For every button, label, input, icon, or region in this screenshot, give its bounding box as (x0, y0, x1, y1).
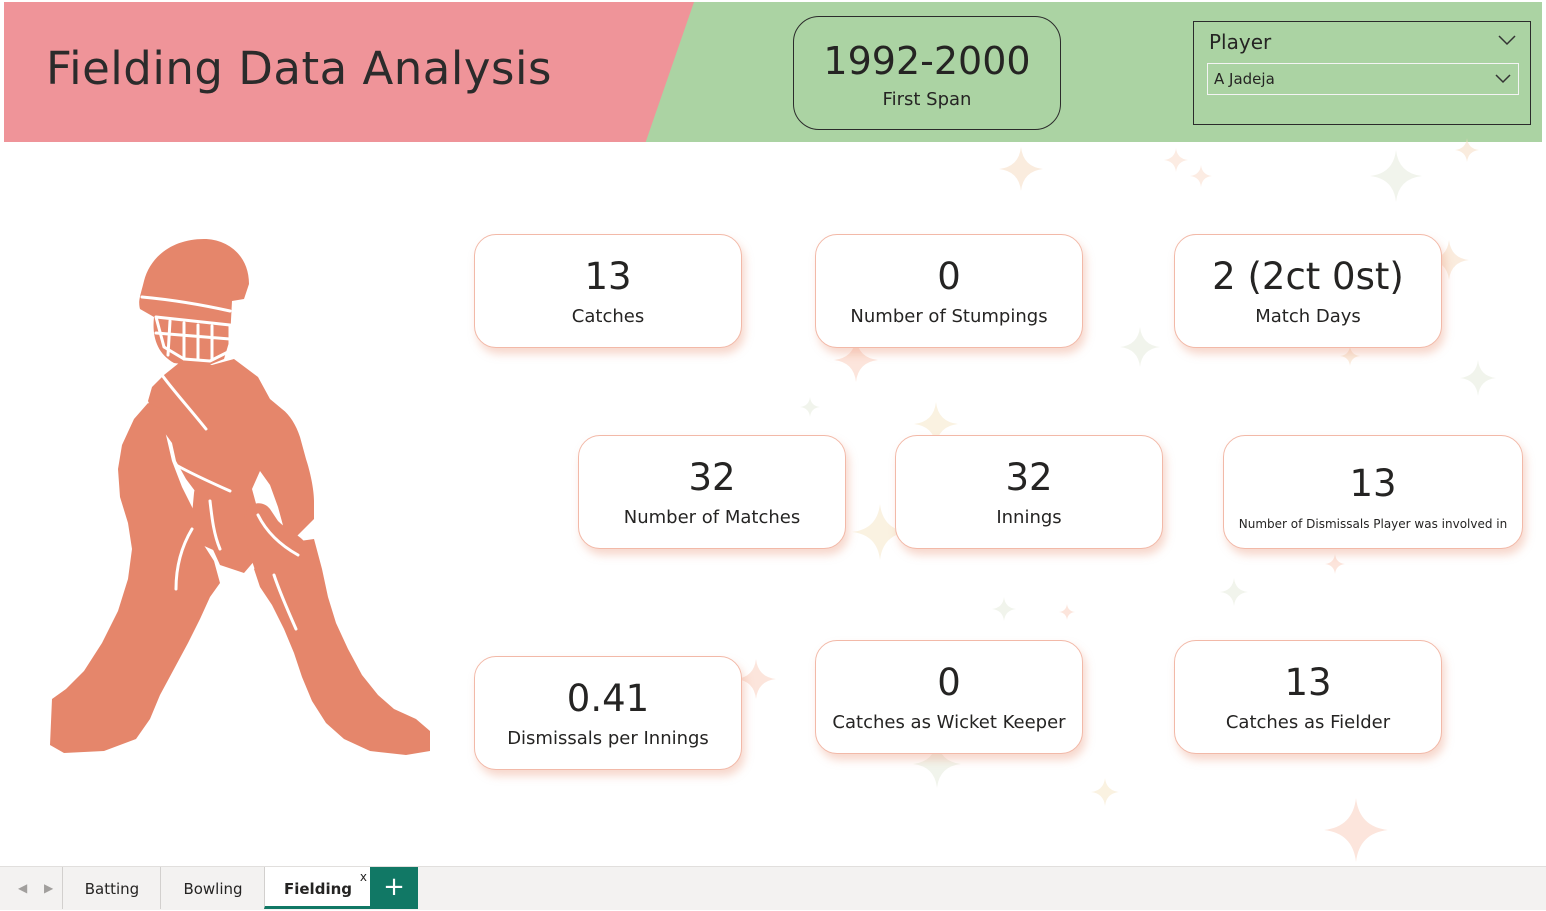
tab-label: Fielding (284, 880, 352, 898)
kpi-value: 0.41 (566, 677, 650, 720)
kpi-label: Catches as Fielder (1225, 711, 1391, 733)
kpi-card-catches-fielder[interactable]: 13 Catches as Fielder (1174, 640, 1442, 754)
kpi-label: Catches (571, 305, 645, 327)
tab-bowling[interactable]: Bowling (160, 867, 265, 909)
kpi-card-dismissals[interactable]: 13 Number of Dismissals Player was invol… (1223, 435, 1523, 549)
kpi-card-match-days[interactable]: 2 (2ct 0st) Match Days (1174, 234, 1442, 348)
kpi-label: Catches as Wicket Keeper (832, 711, 1066, 733)
kpi-value: 13 (584, 255, 632, 298)
tab-batting[interactable]: Batting (62, 867, 161, 909)
kpi-label: Number of Matches (623, 506, 801, 528)
add-page-button[interactable]: + (370, 867, 418, 909)
kpi-card-stumpings[interactable]: 0 Number of Stumpings (815, 234, 1083, 348)
kpi-card-catches[interactable]: 13 Catches (474, 234, 742, 348)
kpi-value: 0 (937, 661, 961, 704)
tab-label: Batting (84, 880, 140, 898)
kpi-card-innings[interactable]: 32 Innings (895, 435, 1163, 549)
kpi-card-dismissals-per-innings[interactable]: 0.41 Dismissals per Innings (474, 656, 742, 770)
kpi-value: 0 (937, 255, 961, 298)
scroll-right-icon[interactable]: ▶ (44, 881, 53, 895)
kpi-value: 2 (2ct 0st) (1212, 255, 1404, 298)
tab-fielding[interactable]: Fielding x (264, 867, 371, 909)
kpi-label: Dismissals per Innings (507, 727, 709, 749)
kpi-value: 13 (1349, 462, 1397, 505)
kpi-label: Match Days (1255, 305, 1361, 327)
kpi-card-matches[interactable]: 32 Number of Matches (578, 435, 846, 549)
kpi-value: 32 (1005, 456, 1053, 499)
tab-label: Bowling (183, 880, 243, 898)
kpi-value: 13 (1284, 661, 1332, 704)
kpi-label: Innings (996, 506, 1062, 528)
report-canvas: Fielding Data Analysis 1992-2000 First S… (4, 2, 1542, 866)
page-tab-bar: ◀ ▶ Batting Bowling Fielding x + (0, 866, 1546, 910)
close-icon[interactable]: x (360, 855, 367, 899)
kpi-label: Number of Stumpings (850, 305, 1048, 327)
wicket-keeper-icon (50, 239, 430, 755)
kpi-card-catches-wicket-keeper[interactable]: 0 Catches as Wicket Keeper (815, 640, 1083, 754)
scroll-left-icon[interactable]: ◀ (18, 881, 27, 895)
kpi-label: Number of Dismissals Player was involved… (1238, 516, 1508, 531)
kpi-value: 32 (688, 456, 736, 499)
